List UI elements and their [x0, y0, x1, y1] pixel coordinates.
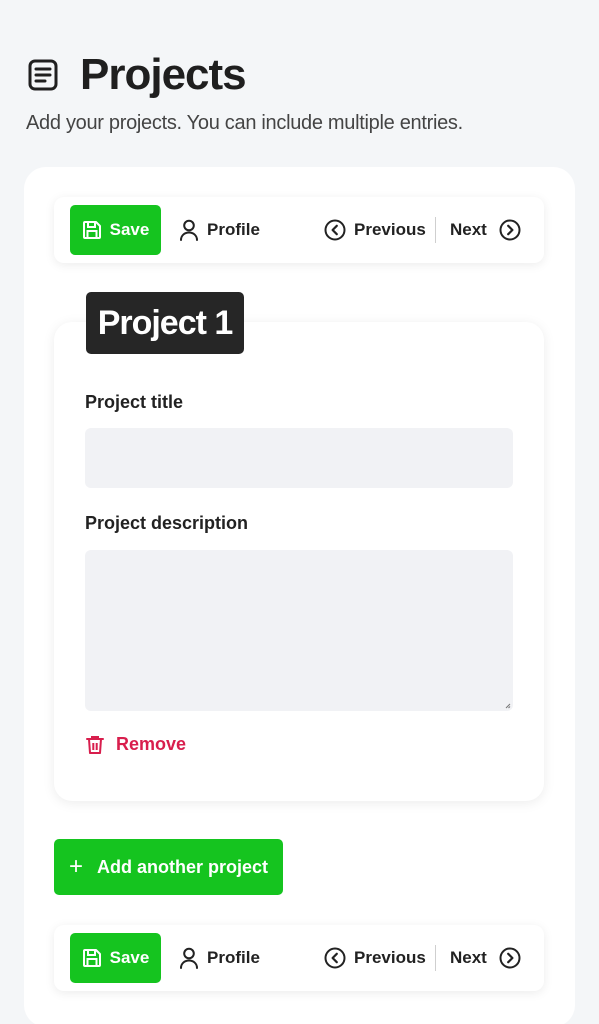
- profile-label: Profile: [207, 220, 260, 239]
- page-subtitle: Add your projects. You can include multi…: [26, 112, 463, 134]
- main-card: Save Profile Previous Next Project 1 Pro…: [24, 167, 575, 1024]
- chevron-right-circle-icon: [499, 219, 521, 241]
- next-button[interactable]: Next: [450, 933, 521, 983]
- next-button[interactable]: Next: [450, 205, 521, 255]
- add-project-label: Add another project: [97, 856, 269, 877]
- profile-button[interactable]: Profile: [179, 205, 260, 255]
- plus-icon: +: [68, 853, 83, 880]
- project-title-label: Project title: [85, 392, 184, 412]
- title-row: Projects: [26, 50, 586, 100]
- add-project-button[interactable]: + Add another project: [54, 839, 283, 895]
- next-label: Next: [450, 948, 487, 967]
- trash-icon: [86, 735, 104, 754]
- save-label: Save: [109, 948, 150, 967]
- user-icon: [180, 219, 198, 241]
- save-button[interactable]: Save: [70, 205, 161, 255]
- chevron-right-circle-icon: [499, 947, 521, 969]
- toolbar-divider: [435, 217, 436, 243]
- floppy-icon: [82, 949, 101, 967]
- toolbar-bottom: Save Profile Previous Next: [54, 925, 544, 991]
- profile-label: Profile: [207, 948, 260, 967]
- save-label: Save: [109, 220, 150, 239]
- project-badge: Project 1: [86, 292, 244, 354]
- previous-label: Previous: [354, 220, 426, 239]
- project-card: Project title Project description Remove: [54, 322, 544, 801]
- page-header: Projects Add your projects. You can incl…: [26, 50, 586, 135]
- project-description-textarea[interactable]: [85, 550, 513, 711]
- toolbar-divider: [435, 945, 436, 971]
- remove-label: Remove: [116, 734, 187, 754]
- resize-grip-icon[interactable]: [505, 703, 511, 709]
- toolbar-top: Save Profile Previous Next: [54, 197, 544, 263]
- page-title: Projects: [80, 50, 247, 99]
- project-description-label: Project description: [85, 513, 249, 533]
- profile-button[interactable]: Profile: [179, 933, 260, 983]
- remove-button[interactable]: Remove: [86, 734, 186, 755]
- chevron-left-circle-icon: [324, 219, 346, 241]
- floppy-icon: [82, 221, 101, 239]
- save-button[interactable]: Save: [70, 933, 161, 983]
- document-icon: [26, 56, 64, 94]
- chevron-left-circle-icon: [324, 947, 346, 969]
- previous-label: Previous: [354, 948, 426, 967]
- previous-button[interactable]: Previous: [324, 205, 426, 255]
- previous-button[interactable]: Previous: [324, 933, 426, 983]
- project-title-input[interactable]: [85, 428, 513, 488]
- user-icon: [180, 947, 198, 969]
- next-label: Next: [450, 220, 487, 239]
